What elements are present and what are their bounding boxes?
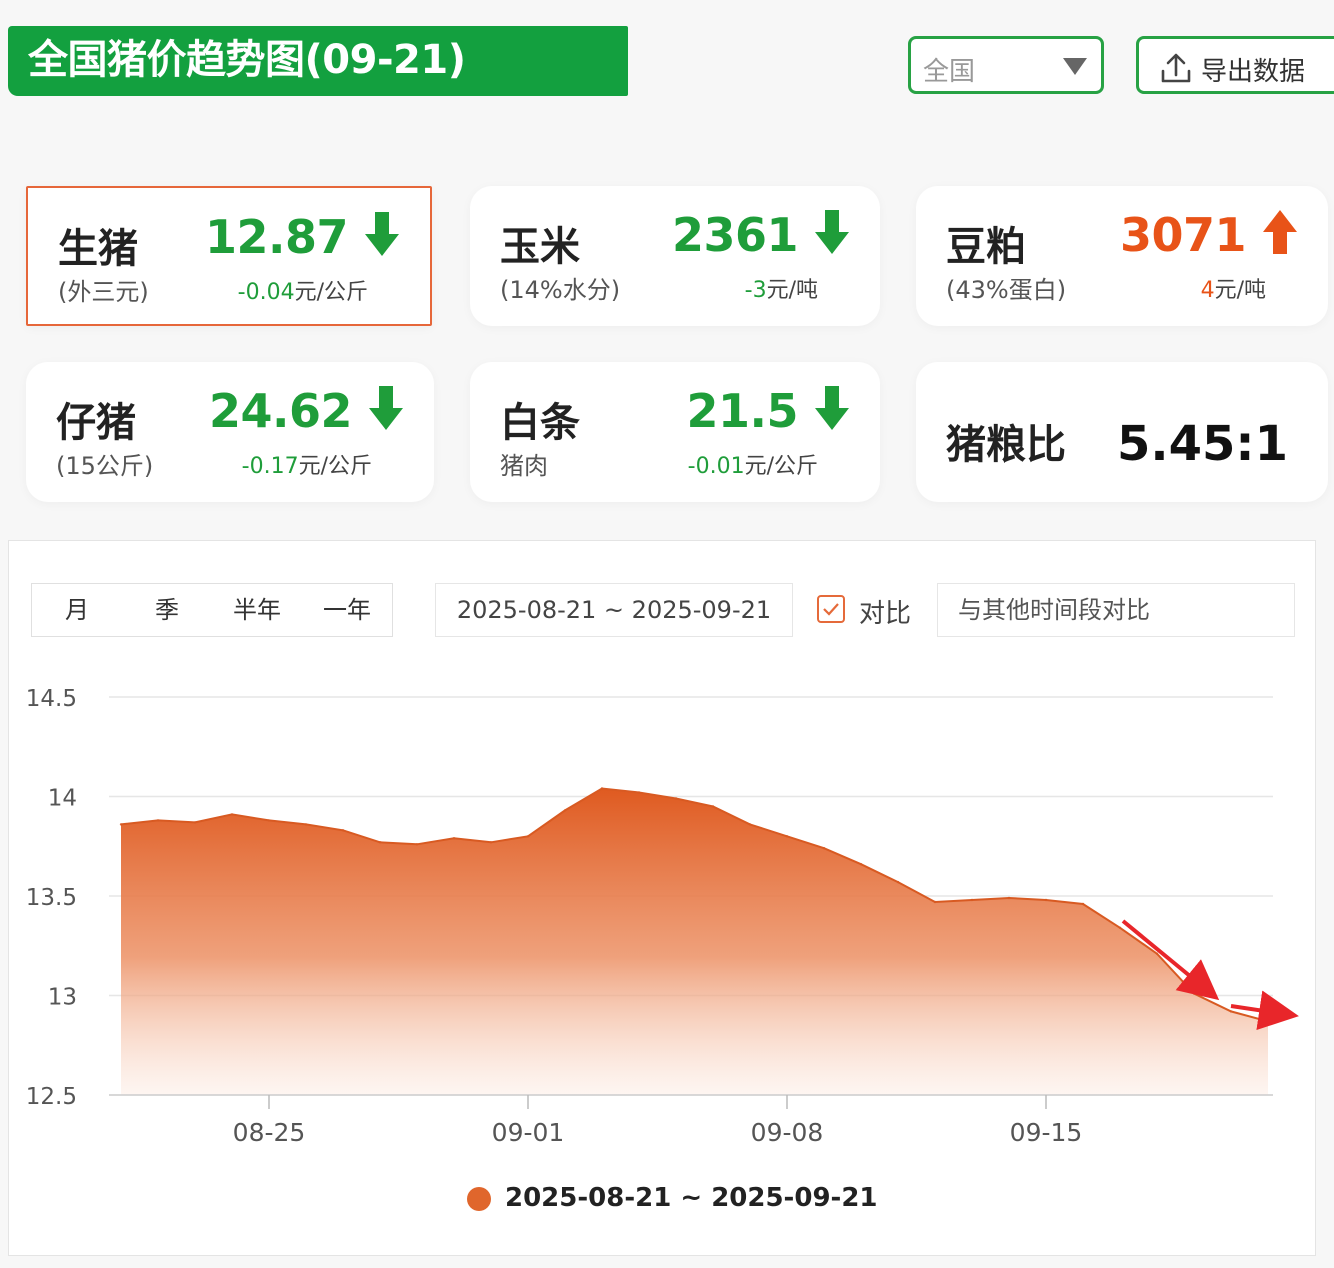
arrow-up-icon <box>1263 210 1297 254</box>
data-point <box>526 835 530 838</box>
data-point <box>859 863 863 866</box>
price-card-price: 3071 <box>1119 208 1247 262</box>
price-card-sub: (15公斤) <box>56 452 154 480</box>
price-card-sub: 猪肉 <box>500 452 548 480</box>
y-tick-label: 14 <box>48 786 77 812</box>
data-point <box>304 823 308 826</box>
data-point <box>230 813 234 816</box>
y-tick-label: 12.5 <box>26 1084 77 1110</box>
data-point <box>748 823 752 826</box>
data-point <box>970 898 974 902</box>
price-card[interactable]: 仔猪 (15公斤) 24.62 -0.17元/公斤 <box>26 362 434 502</box>
price-card-price: 24.62 <box>208 384 353 438</box>
price-card-change-value: -3 <box>744 278 767 303</box>
data-point <box>267 819 271 822</box>
price-trend-chart: 14.5 14 13.5 13 12.5 08-25 09-01 09-08 09-15 <box>26 686 1299 1147</box>
x-tick-label: 09-01 <box>492 1118 565 1147</box>
data-point <box>1192 992 1196 995</box>
region-select-value: 全国 <box>923 57 976 87</box>
region-select[interactable]: 全国 <box>908 36 1104 94</box>
upload-icon <box>1161 53 1191 83</box>
price-card-name: 生猪 <box>58 226 138 272</box>
data-point <box>896 880 900 884</box>
price-card-change: -0.01元/公斤 <box>688 448 818 480</box>
arrow-down-icon <box>369 386 403 430</box>
price-card-name: 豆粕 <box>946 224 1026 270</box>
data-point <box>341 829 345 832</box>
price-card-price: 21.5 <box>686 384 799 438</box>
price-card-change: -0.17元/公斤 <box>242 448 372 480</box>
arrow-down-icon <box>365 212 399 256</box>
price-card-change-value: -0.04 <box>237 280 295 305</box>
price-card[interactable]: 玉米 (14%水分) 2361 -3元/吨 <box>470 186 880 326</box>
price-card-sub: (外三元) <box>58 278 149 306</box>
price-card-unit: 元/公斤 <box>744 454 818 479</box>
price-card[interactable]: 豆粕 (43%蛋白) 3071 4元/吨 <box>916 186 1328 326</box>
title-banner: 全国猪价趋势图(09-21) <box>8 26 628 96</box>
arrow-down-icon <box>815 386 849 430</box>
price-card-name: 仔猪 <box>56 400 136 446</box>
data-point <box>452 837 456 840</box>
chevron-down-icon <box>1063 58 1087 75</box>
price-card-sub: (14%水分) <box>500 276 621 304</box>
y-tick-label: 14.5 <box>26 686 77 712</box>
legend-series-label: 2025-08-21 ~ 2025-09-21 <box>505 1183 878 1213</box>
price-card-price: 12.87 <box>204 210 349 264</box>
price-card[interactable]: 生猪 (外三元) 12.87 -0.04元/公斤 <box>26 186 432 326</box>
data-point <box>637 791 641 794</box>
price-card-change-value: 4 <box>1200 278 1215 303</box>
price-card-change: 4元/吨 <box>1201 272 1266 304</box>
price-card-unit: 元/吨 <box>766 278 818 303</box>
data-point <box>933 900 937 904</box>
price-card-price: 2361 <box>671 208 799 262</box>
ratio-card-name: 猪粮比 <box>946 422 1066 468</box>
data-point <box>1266 1020 1270 1023</box>
data-point <box>415 843 419 846</box>
arrow-down-icon <box>815 210 849 254</box>
data-point <box>1007 896 1011 900</box>
data-point <box>1081 902 1085 906</box>
x-tick-label: 09-08 <box>751 1118 824 1147</box>
data-point <box>193 821 197 824</box>
price-card-unit: 元/公斤 <box>294 280 368 305</box>
price-card-unit: 元/吨 <box>1214 278 1266 303</box>
data-point <box>119 823 123 826</box>
data-point <box>600 787 604 790</box>
data-point <box>1044 898 1048 902</box>
data-point <box>563 809 567 812</box>
chart-panel: 月 季 半年 一年 2025-08-21 ~ 2025-09-21 对比 与其他… <box>8 540 1316 1256</box>
data-point <box>785 835 789 838</box>
export-data-button[interactable]: 导出数据 <box>1136 36 1334 94</box>
page-title: 全国猪价趋势图(09-21) <box>28 37 466 83</box>
data-point <box>1118 926 1122 929</box>
ratio-card-value: 5.45:1 <box>1116 416 1288 472</box>
x-tick-label: 09-15 <box>1010 1118 1083 1147</box>
price-card-change-value: -0.01 <box>687 454 745 479</box>
data-point <box>1229 1010 1233 1013</box>
data-point <box>674 797 678 800</box>
series-area <box>121 788 1268 1095</box>
price-card-change: -0.04元/公斤 <box>238 274 368 306</box>
y-tick-label: 13.5 <box>26 885 77 911</box>
price-card-change-value: -0.17 <box>241 454 299 479</box>
x-tick-label: 08-25 <box>233 1118 306 1147</box>
price-card-name: 玉米 <box>500 224 580 270</box>
price-card[interactable]: 白条猪肉 21.5 -0.01元/公斤 <box>470 362 880 502</box>
data-point <box>156 819 160 822</box>
data-point <box>489 841 493 844</box>
y-tick-label: 13 <box>48 985 77 1011</box>
data-point <box>822 847 826 850</box>
price-card-unit: 元/公斤 <box>298 454 372 479</box>
legend-series-marker <box>467 1187 491 1211</box>
price-card-sub: (43%蛋白) <box>946 276 1067 304</box>
data-point <box>378 841 382 844</box>
price-card-name: 白条 <box>500 400 580 446</box>
data-point <box>1155 952 1159 955</box>
ratio-card: 猪粮比 5.45:1 <box>916 362 1328 502</box>
price-card-change: -3元/吨 <box>745 272 818 304</box>
export-data-label: 导出数据 <box>1201 57 1306 87</box>
data-point <box>711 805 715 808</box>
